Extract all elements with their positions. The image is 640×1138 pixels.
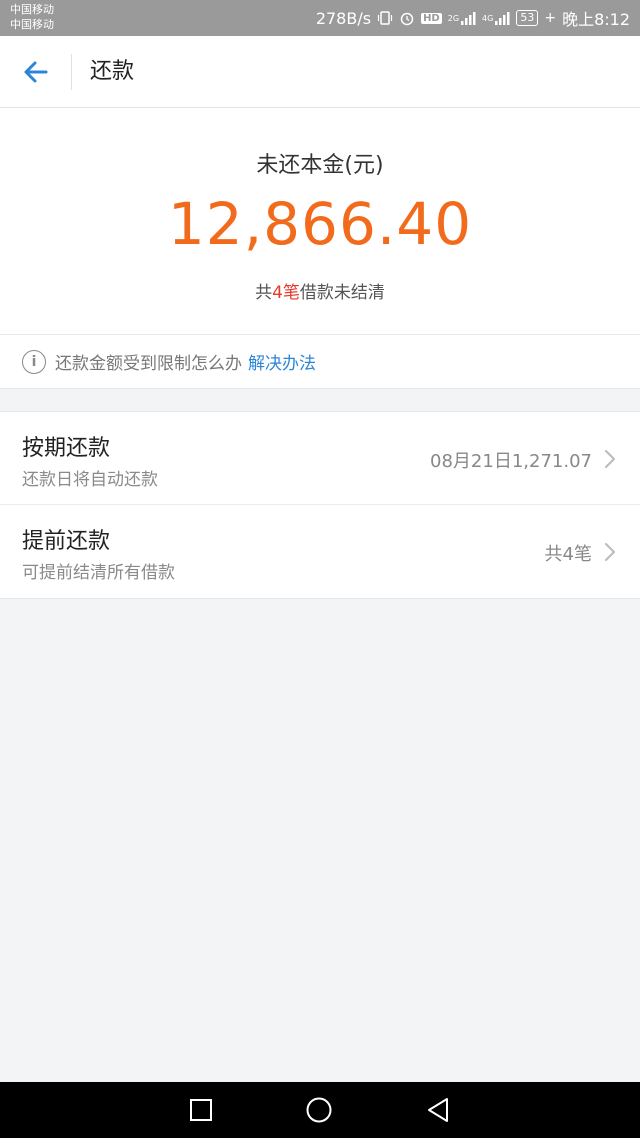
network-2g-label: 2G xyxy=(447,13,460,23)
charging-icon: + xyxy=(544,10,557,26)
triangle-back-icon xyxy=(428,1098,448,1122)
system-nav-bar xyxy=(0,1082,640,1138)
loan-count-prefix: 共 xyxy=(255,283,273,303)
chevron-right-icon xyxy=(604,449,616,469)
carrier-1: 中国移动 xyxy=(10,3,54,16)
principal-label: 未还本金(元) xyxy=(256,153,384,178)
page-title: 还款 xyxy=(90,59,135,84)
header-divider xyxy=(71,54,72,90)
loan-count: 4笔 xyxy=(272,283,300,303)
solution-link[interactable]: 解决办法 xyxy=(248,349,316,374)
loan-count-text: 共4笔借款未结清 xyxy=(0,278,640,303)
network-4g-label: 4G xyxy=(482,13,494,23)
chevron-right-icon xyxy=(604,542,616,562)
notice-text: 还款金额受到限制怎么办 xyxy=(55,354,242,374)
square-icon xyxy=(190,1099,212,1121)
limit-notice: i 还款金额受到限制怎么办 解决办法 xyxy=(0,335,640,389)
principal-summary: 未还本金(元) 12,866.40 共4笔借款未结清 xyxy=(0,108,640,335)
carrier-2: 中国移动 xyxy=(10,18,54,31)
carrier-labels: 中国移动 中国移动 xyxy=(10,2,54,32)
early-repayment-row[interactable]: 提前还款 可提前结清所有借款 共4笔 xyxy=(0,505,640,598)
back-button[interactable] xyxy=(18,56,54,88)
row-title: 按期还款 xyxy=(22,436,111,461)
signal-4g-icon: 4G xyxy=(482,11,510,25)
clock: 晚上8:12 xyxy=(562,10,630,29)
recent-apps-button[interactable] xyxy=(187,1096,215,1124)
row-subtitle: 还款日将自动还款 xyxy=(22,470,158,490)
row-subtitle: 可提前结清所有借款 xyxy=(22,563,175,583)
hd-icon: HD xyxy=(421,12,442,24)
row-value: 共4笔 xyxy=(544,544,592,565)
circle-icon xyxy=(306,1097,332,1123)
status-bar: 中国移动 中国移动 278B/s HD 2G 4G 53 + 晚上8:12 xyxy=(0,0,640,36)
repayment-options: 按期还款 还款日将自动还款 08月21日1,271.07 提前还款 可提前结清所… xyxy=(0,411,640,599)
network-speed: 278B/s xyxy=(315,8,372,28)
info-icon: i xyxy=(22,349,46,374)
battery-icon: 53 xyxy=(516,10,539,26)
status-indicators: 278B/s HD 2G 4G 53 + 晚上8:12 xyxy=(316,0,630,36)
back-arrow-icon xyxy=(24,61,48,83)
alarm-icon xyxy=(399,10,415,26)
home-button[interactable] xyxy=(305,1096,333,1124)
signal-2g-icon: 2G xyxy=(448,11,476,25)
vibrate-icon xyxy=(377,10,393,26)
back-nav-button[interactable] xyxy=(424,1096,452,1124)
principal-amount: 12,866.40 xyxy=(167,190,473,258)
scheduled-repayment-row[interactable]: 按期还款 还款日将自动还款 08月21日1,271.07 xyxy=(0,412,640,505)
row-title: 提前还款 xyxy=(22,529,111,554)
row-value: 08月21日1,271.07 xyxy=(430,451,592,472)
loan-count-suffix: 借款未结清 xyxy=(299,283,385,303)
app-header: 还款 xyxy=(0,36,640,108)
